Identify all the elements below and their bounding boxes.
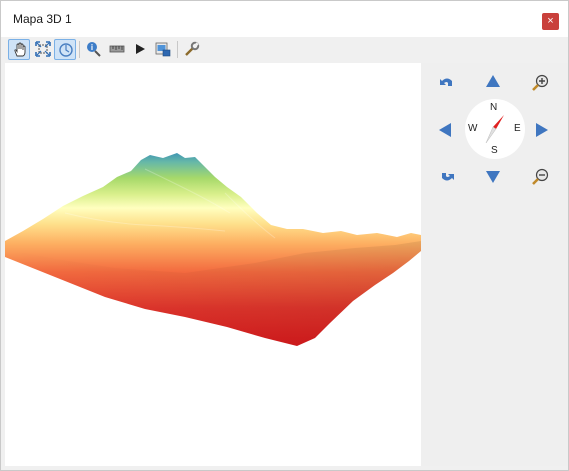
rotate-left-icon[interactable] (439, 74, 455, 90)
compass-widget[interactable]: N S W E (465, 99, 525, 159)
pan-hand-button[interactable] (8, 39, 30, 60)
zoom-in-icon[interactable] (532, 74, 549, 91)
identify-button[interactable]: i (83, 39, 105, 60)
move-right-icon[interactable] (535, 122, 549, 138)
zoom-full-icon (35, 41, 51, 57)
3d-map-canvas[interactable] (5, 63, 421, 466)
close-button[interactable]: × (542, 13, 559, 30)
rotate-right-icon[interactable] (439, 169, 455, 185)
compass-needle-icon (485, 115, 504, 144)
zoom-full-button[interactable] (32, 39, 54, 60)
toolbar-separator (79, 41, 80, 58)
zoom-out-icon[interactable] (532, 168, 549, 185)
export-map-button[interactable] (152, 39, 174, 60)
map-3d-window: Mapa 3D 1 × i N S W E (0, 0, 569, 471)
navigation-panel: N S W E (421, 63, 568, 466)
title-bar: Mapa 3D 1 × (1, 1, 568, 37)
move-left-icon[interactable] (438, 122, 452, 138)
window-title: Mapa 3D 1 (13, 12, 72, 26)
configure-icon (185, 41, 200, 56)
toolbar-separator (177, 41, 178, 58)
toolbar: i (1, 37, 568, 62)
terrain-render (5, 153, 421, 346)
move-down-icon[interactable] (485, 170, 501, 184)
pan-hand-icon (14, 42, 26, 57)
export-map-icon (155, 42, 171, 57)
measure-line-icon (109, 45, 125, 53)
play-animation-icon (136, 44, 145, 54)
camera-control-button[interactable] (54, 39, 76, 60)
play-animation-button[interactable] (129, 39, 151, 60)
identify-icon: i (87, 42, 101, 57)
camera-control-icon (59, 43, 73, 57)
measure-line-button[interactable] (106, 39, 128, 60)
configure-button[interactable] (181, 39, 203, 60)
svg-text:i: i (91, 43, 93, 52)
move-up-icon[interactable] (485, 74, 501, 88)
